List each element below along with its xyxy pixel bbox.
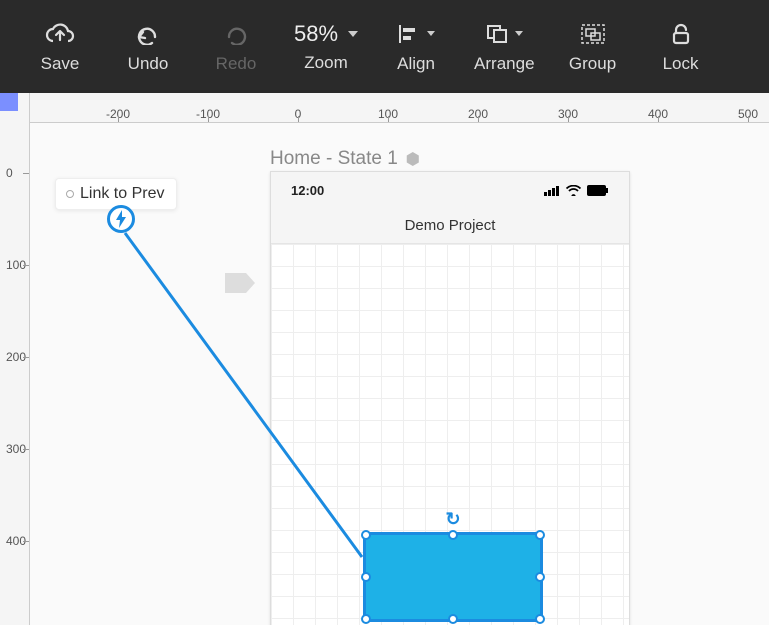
resize-handle-ne[interactable] [535, 530, 545, 540]
interaction-node[interactable] [107, 205, 135, 233]
caret-down-icon [427, 31, 435, 36]
signal-icon [544, 185, 560, 196]
align-button[interactable]: Align [386, 20, 446, 74]
top-toolbar: Save Undo Redo 58% Zoom Align Arrange [0, 0, 769, 93]
resize-handle-s[interactable] [448, 614, 458, 624]
redo-button[interactable]: Redo [206, 20, 266, 74]
vertical-ruler[interactable]: 0100200300400500 [0, 93, 30, 625]
state-tag-icon[interactable] [225, 273, 255, 293]
resize-handle-n[interactable] [448, 530, 458, 540]
save-button[interactable]: Save [30, 20, 90, 74]
group-icon [579, 20, 607, 48]
bolt-icon [114, 210, 128, 228]
zoom-value-row: 58% [294, 21, 358, 47]
battery-icon [587, 185, 609, 196]
artboard[interactable]: 12:00 Demo Project ↻ [270, 171, 630, 625]
horizontal-ruler[interactable]: -200-1000100200300400500 [0, 93, 769, 123]
caret-down-icon [348, 31, 358, 37]
status-time: 12:00 [291, 183, 324, 198]
zoom-value: 58% [294, 21, 338, 47]
align-left-icon [397, 20, 435, 48]
zoom-control[interactable]: 58% Zoom [294, 21, 358, 73]
selected-rectangle[interactable]: ↻ [363, 532, 543, 622]
link-chip-label: Link to Prev [80, 185, 164, 203]
arrange-icon [485, 20, 523, 48]
arrange-button[interactable]: Arrange [474, 20, 534, 74]
caret-down-icon [515, 31, 523, 36]
resize-handle-nw[interactable] [361, 530, 371, 540]
ruler-corner[interactable] [0, 93, 18, 111]
status-indicators [544, 185, 609, 196]
lock-open-icon [669, 20, 693, 48]
resize-handle-w[interactable] [361, 572, 371, 582]
canvas[interactable]: Home - State 1 Link to Prev 12:00 Dem [30, 123, 769, 625]
link-dot-icon [66, 190, 74, 198]
device-status-bar: 12:00 [271, 172, 629, 208]
page-title-bar[interactable]: Home - State 1 [270, 148, 420, 170]
workspace: -200-1000100200300400500 010020030040050… [0, 93, 769, 625]
lock-button[interactable]: Lock [651, 20, 711, 74]
group-button[interactable]: Group [563, 20, 623, 74]
resize-handle-se[interactable] [535, 614, 545, 624]
undo-button[interactable]: Undo [118, 20, 178, 74]
settings-badge-icon[interactable] [406, 152, 420, 166]
artboard-title: Demo Project [271, 208, 629, 244]
redo-icon [223, 20, 249, 48]
wifi-icon [566, 185, 581, 196]
rotate-handle-icon[interactable]: ↻ [445, 509, 460, 530]
resize-handle-sw[interactable] [361, 614, 371, 624]
resize-handle-e[interactable] [535, 572, 545, 582]
cloud-up-icon [45, 20, 75, 48]
undo-icon [135, 20, 161, 48]
page-title: Home - State 1 [270, 148, 398, 170]
